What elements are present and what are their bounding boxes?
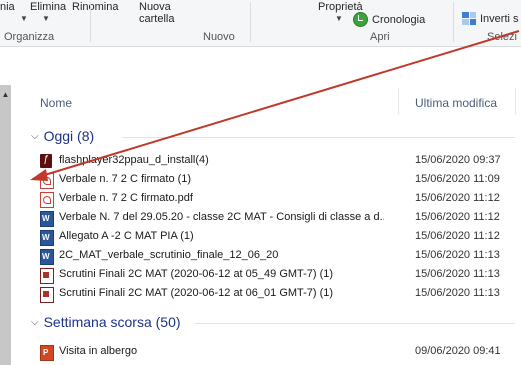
annotation-arrow: [30, 30, 520, 181]
arrow-head: [30, 169, 48, 181]
arrow-shaft: [37, 30, 520, 178]
